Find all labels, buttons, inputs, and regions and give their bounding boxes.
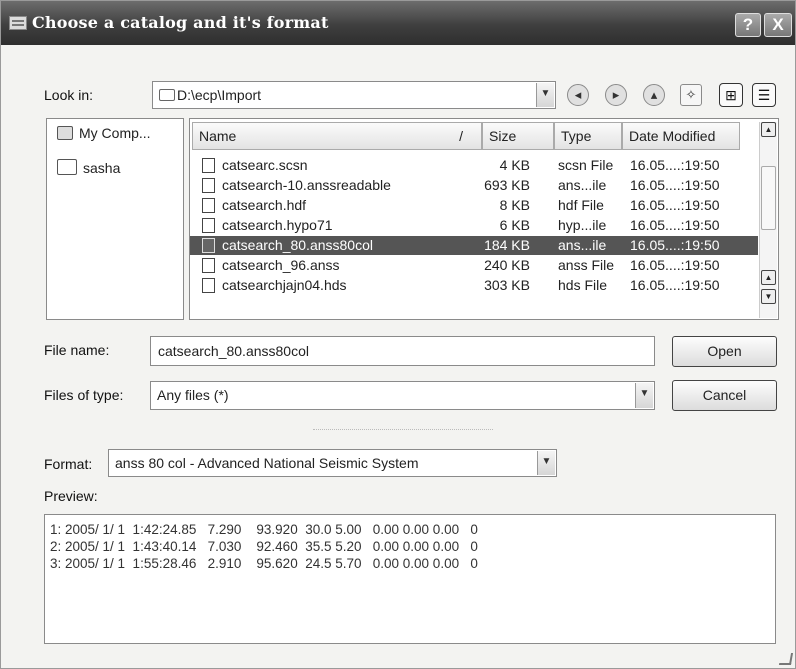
preview-line: 3: 2005/ 1/ 1 1:55:28.46 2.910 95.620 24… [50,556,478,571]
files-of-type-combo[interactable]: Any files (*) ▼ [150,381,655,410]
file-type: hds File [558,277,608,293]
file-date: 16.05....:19:50 [630,217,720,233]
look-in-label: Look in: [44,87,94,103]
file-date: 16.05....:19:50 [630,277,720,293]
file-type: scsn File [558,157,614,173]
open-button[interactable]: Open [672,336,777,367]
file-size: 240 KB [484,257,530,273]
file-list[interactable]: Name / Size Type Date Modified catsearc.s… [189,118,779,320]
file-date: 16.05....:19:50 [630,257,720,273]
file-type: hdf File [558,197,604,213]
resize-grip[interactable] [778,653,794,665]
file-icon [202,198,215,213]
places-panel: My Comp... sasha [46,118,184,320]
table-row[interactable]: catsearch_80.anss80col 184 KB ans...ile 16.… [190,236,758,255]
list-view-icon[interactable]: ⊞ [719,83,743,107]
format-label: Format: [44,456,93,472]
file-icon [202,258,215,273]
new-folder-icon[interactable]: ✧ [680,84,702,106]
preview-box: 1: 2005/ 1/ 1 1:42:24.85 7.290 93.920 30… [44,514,776,644]
look-in-value: D:\ecp\Import [177,87,262,103]
file-name-label: File name: [44,342,110,358]
forward-icon[interactable]: ▸ [605,84,627,106]
scroll-up-icon[interactable]: ▲ [761,122,776,137]
folder-icon [57,159,77,175]
place-sasha[interactable]: sasha [57,159,120,176]
app-icon [9,16,27,30]
format-value: anss 80 col - Advanced National Seismic … [115,455,419,471]
file-date: 16.05....:19:50 [630,177,720,193]
scroll-thumb[interactable] [761,166,776,230]
file-type: ans...ile [558,177,607,193]
chevron-down-icon[interactable]: ▼ [536,83,554,107]
preview-label: Preview: [44,488,98,504]
file-size: 303 KB [484,277,530,293]
detail-view-icon[interactable]: ☰ [752,83,776,107]
file-date: 16.05....:19:50 [630,237,720,253]
file-name: catsearch_80.anss80col [222,237,373,253]
up-folder-icon[interactable]: ▴ [643,84,665,106]
file-size: 184 KB [484,237,530,253]
table-row[interactable]: catsearchjajn04.hds 303 KB hds File 16.05..… [190,276,758,295]
folder-icon [159,89,175,101]
title-bar[interactable]: Choose a catalog and it's format ? X [1,1,795,45]
format-combo[interactable]: anss 80 col - Advanced National Seismic … [108,449,557,477]
file-name: catsearch.hypo71 [222,217,333,233]
dialog-title: Choose a catalog and it's format [32,13,329,32]
chevron-down-icon[interactable]: ▼ [537,451,555,475]
file-icon [202,238,215,253]
column-header-type[interactable]: Type [554,122,622,150]
scroll-up-icon[interactable]: ▲ [761,270,776,285]
file-type: ans...ile [558,237,607,253]
column-header-size[interactable]: Size [482,122,554,150]
column-header-name[interactable]: Name / [192,122,482,150]
files-of-type-value: Any files (*) [157,387,229,403]
file-name: catsearch.hdf [222,197,307,213]
file-type: hyp...ile [558,217,607,233]
help-button[interactable]: ? [735,13,761,37]
file-icon [202,158,215,173]
back-icon[interactable]: ◂ [567,84,589,106]
vertical-scrollbar[interactable]: ▲ ▲ ▼ [759,122,777,318]
file-name-input[interactable]: catsearch_80.anss80col [150,336,655,366]
cancel-button[interactable]: Cancel [672,380,777,411]
file-type: anss File [558,257,615,273]
preview-line: 2: 2005/ 1/ 1 1:43:40.14 7.030 92.460 35… [50,539,478,554]
file-icon [202,278,215,293]
close-button[interactable]: X [764,13,792,37]
place-my-computer[interactable]: My Comp... [57,125,151,141]
file-icon [202,178,215,193]
scroll-down-icon[interactable]: ▼ [761,289,776,304]
table-row[interactable]: catsearch_96.anss 240 KB anss File 16.05...… [190,256,758,275]
file-name: catsearch_96.anss [222,257,340,273]
file-date: 16.05....:19:50 [630,197,720,213]
table-row[interactable]: catsearc.scsn 4 KB scsn File 16.05....:19:5… [190,156,758,175]
table-row[interactable]: catsearch.hdf 8 KB hdf File 16.05....:19:50 [190,196,758,215]
file-size: 4 KB [499,157,530,173]
file-size: 8 KB [499,197,530,213]
file-name: catsearchjajn04.hds [222,277,347,293]
file-size: 693 KB [484,177,530,193]
file-size: 6 KB [499,217,530,233]
files-of-type-label: Files of type: [44,387,124,403]
table-row[interactable]: catsearch-10.anssreadable 693 KB ans...ile… [190,176,758,195]
file-dialog: Choose a catalog and it's format ? X Loo… [0,0,796,669]
table-row[interactable]: catsearch.hypo71 6 KB hyp...ile 16.05....:1… [190,216,758,235]
chevron-down-icon[interactable]: ▼ [635,383,653,408]
computer-icon [57,126,73,140]
column-header-date[interactable]: Date Modified [622,122,740,150]
file-date: 16.05....:19:50 [630,157,720,173]
file-name: catsearc.scsn [222,157,308,173]
file-name: catsearch-10.anssreadable [222,177,391,193]
preview-line: 1: 2005/ 1/ 1 1:42:24.85 7.290 93.920 30… [50,522,478,537]
look-in-combo[interactable]: D:\ecp\Import ▼ [152,81,556,109]
separator [313,429,493,430]
file-icon [202,218,215,233]
